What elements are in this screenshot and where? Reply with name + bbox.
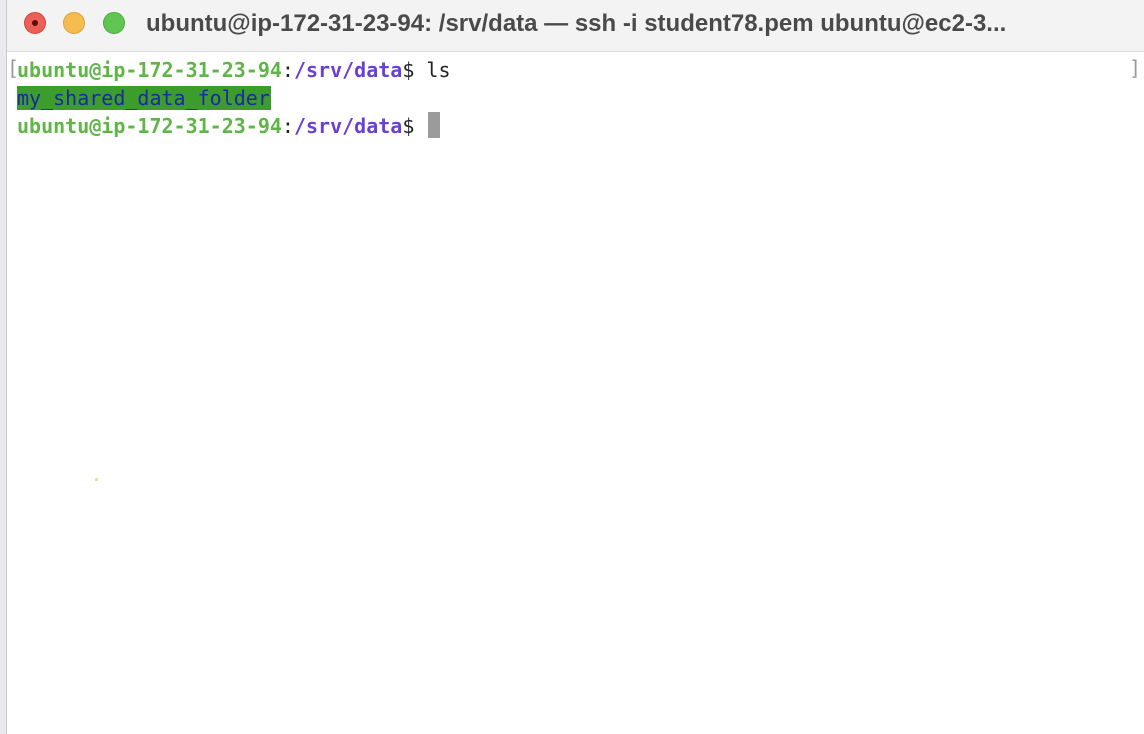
prompt-path: /srv/data	[293, 58, 403, 82]
close-icon[interactable]	[24, 12, 46, 34]
title-bar[interactable]: ubuntu@ip-172-31-23-94: /srv/data — ssh …	[7, 0, 1144, 52]
close-dot-icon	[32, 20, 38, 26]
terminal-line: ubuntu@ip-172-31-23-94:/srv/data$ ls	[17, 56, 451, 84]
terminal-window: ubuntu@ip-172-31-23-94: /srv/data — ssh …	[6, 0, 1144, 734]
minimize-icon[interactable]	[63, 12, 85, 34]
command-text: ls	[414, 58, 451, 82]
prompt-user-host: ubuntu@ip-172-31-23-94	[17, 58, 282, 82]
zoom-icon[interactable]	[103, 12, 125, 34]
pixel-artifact	[95, 478, 98, 481]
window-title: ubuntu@ip-172-31-23-94: /srv/data — ssh …	[146, 10, 1007, 37]
prompt-symbol: $	[402, 114, 415, 138]
directory-entry: my_shared_data_folder	[17, 86, 271, 110]
terminal-content[interactable]: ubuntu@ip-172-31-23-94:/srv/data$ ls my_…	[7, 56, 1143, 732]
prompt-user-host: ubuntu@ip-172-31-23-94	[17, 114, 282, 138]
command-input[interactable]	[414, 114, 426, 138]
prompt-colon: :	[281, 114, 294, 138]
terminal-line: ubuntu@ip-172-31-23-94:/srv/data$	[17, 112, 441, 140]
prompt-symbol: $	[402, 58, 415, 82]
prompt-path: /srv/data	[293, 114, 403, 138]
text-cursor	[428, 112, 441, 138]
prompt-colon: :	[281, 58, 294, 82]
terminal-line: my_shared_data_folder	[17, 84, 271, 112]
